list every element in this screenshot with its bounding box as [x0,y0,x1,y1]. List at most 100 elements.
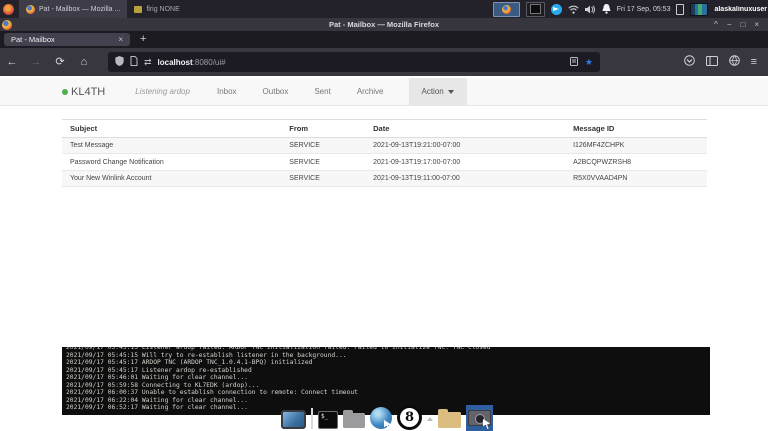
taskbar-item-flrig[interactable]: flrig NONE [127,0,186,18]
battery-icon[interactable] [676,4,684,15]
mailbox-table-container: Subject From Date Message ID Test Messag… [62,119,707,187]
header-from: From [281,120,365,138]
firefox-icon [26,5,35,14]
mailbox-table: Subject From Date Message ID Test Messag… [62,119,707,187]
terminal-line: 2021/09/17 05:45:17 ARDOP TNC (ARDOP TNC… [66,359,710,367]
minimize-button[interactable]: − [727,18,732,31]
forward-button[interactable]: → [24,48,48,76]
tab-bar: Pat - Mailbox × + [0,31,768,48]
window-title: Pat - Mailbox — Mozilla Firefox [0,20,768,29]
pat-navbar: KL4TH Listening ardop Inbox Outbox Sent … [0,78,768,106]
terminal-icon[interactable]: $_ [318,411,338,429]
wifi-icon[interactable] [568,5,579,14]
hamburger-menu-icon[interactable]: ≡ [751,56,757,68]
maximize-button[interactable]: □ [740,18,745,31]
cell-date: 2021-09-13T19:17:00-07:00 [365,154,565,170]
workspace-preview-terminal[interactable] [526,2,545,17]
bookmark-star-icon[interactable]: ★ [585,57,593,67]
shade-button[interactable]: ^ [714,18,718,31]
header-date: Date [365,120,565,138]
save-page-icon[interactable] [570,53,578,71]
applications-menu-icon[interactable] [3,4,14,15]
terminal-line: 2021/09/17 05:45:17 Listener ardop re-es… [66,367,710,375]
table-row[interactable]: Your New Winlink Account SERVICE 2021-09… [62,170,707,186]
nav-item-sent[interactable]: Sent [301,78,343,106]
display-icon[interactable] [281,410,306,429]
terminal-line: 2021/09/17 05:46:01 Waiting for clear ch… [66,374,710,382]
back-button[interactable]: ← [0,48,24,76]
new-tab-button[interactable]: + [140,32,146,47]
taskbar-item-label: flrig NONE [146,6,179,13]
eight-app-icon[interactable]: 8 [397,405,422,430]
urlbar-actions: ★ [570,53,593,71]
terminal-line: 2021/09/17 05:59:58 Connecting to KL7EDK… [66,382,710,390]
close-button[interactable]: × [754,18,759,31]
notification-bell-icon[interactable] [602,4,611,14]
page-info-icon[interactable] [130,53,138,71]
toolbar-right-icons: ≡ [684,53,768,71]
tab-title: Pat - Mailbox [11,35,55,44]
url-path: :8080/ui# [193,58,226,67]
cell-from: SERVICE [281,138,365,154]
browser-toolbar: ← → ⟳ ⌂ ⇄ localhost:8080/ui# ★ [0,48,768,76]
window-titlebar: Pat - Mailbox — Mozilla Firefox ^ − □ × [0,18,768,31]
extension-globe-icon[interactable] [729,53,740,71]
url-bar[interactable]: ⇄ localhost:8080/ui# ★ [108,52,600,72]
cell-message-id: R5X0VVAAD4PN [565,170,707,186]
action-dropdown-button[interactable]: Action [409,78,467,106]
header-message-id: Message ID [565,120,707,138]
tab-pat-mailbox[interactable]: Pat - Mailbox × [4,33,130,46]
cell-date: 2021-09-13T19:11:00-07:00 [365,170,565,186]
table-header-row: Subject From Date Message ID [62,120,707,138]
cell-subject: Password Change Notification [62,154,281,170]
header-subject: Subject [62,120,281,138]
terminal-icon [530,4,541,14]
table-row[interactable]: Password Change Notification SERVICE 202… [62,154,707,170]
window-controls: ^ − □ × [714,18,768,31]
cell-message-id: A2BCQPWZRSH8 [565,154,707,170]
username-label: alaskalinuxuser [714,6,767,13]
icon-dock: $_ 8 [281,402,493,431]
brand[interactable]: KL4TH [62,86,105,98]
cell-subject: Test Message [62,138,281,154]
cell-date: 2021-09-13T19:21:00-07:00 [365,138,565,154]
cell-message-id: I126MF4ZCHPK [565,138,707,154]
taskbar-item-label: Pat - Mailbox — Mozilla ... [39,6,120,13]
url-text[interactable]: localhost:8080/ui# [158,58,226,67]
connected-status-dot-icon [62,89,68,95]
top-panel: Pat - Mailbox — Mozilla ... flrig NONE [0,0,768,18]
screenshot-camera-icon[interactable] [466,405,493,431]
cursor-icon [384,420,393,430]
flrig-icon [134,6,142,13]
system-tray: Fri 17 Sep, 05:53 alaskalinuxuser [493,2,768,17]
url-host: localhost [158,58,193,67]
nav-item-inbox[interactable]: Inbox [204,78,250,106]
firefox-icon [502,5,511,14]
switch-protocol-icon[interactable]: ⇄ [144,57,152,68]
terminal-line: 2021/09/17 06:00:37 Unable to establish … [66,389,710,397]
nav-item-outbox[interactable]: Outbox [250,78,302,106]
terminal-line: 2021/09/17 05:45:15 Will try to re-estab… [66,352,710,360]
panel-clock[interactable]: Fri 17 Sep, 05:53 [617,6,671,13]
web-browser-globe-icon[interactable] [370,407,392,429]
gray-folder-icon[interactable] [343,413,365,428]
cpu-graph-icon[interactable] [690,3,708,16]
pocket-icon[interactable] [684,53,695,71]
volume-icon[interactable] [585,5,596,14]
dock-separator [311,408,313,429]
action-label: Action [422,87,444,96]
cell-from: SERVICE [281,170,365,186]
tab-close-icon[interactable]: × [118,35,123,44]
sidebar-toggle-icon[interactable] [706,53,718,71]
shield-icon[interactable] [115,53,124,71]
telegram-icon[interactable] [551,4,562,15]
cell-from: SERVICE [281,154,365,170]
workspace-preview-firefox[interactable] [493,2,520,17]
nav-item-archive[interactable]: Archive [344,78,397,106]
reload-button[interactable]: ⟳ [48,48,72,76]
table-row[interactable]: Test Message SERVICE 2021-09-13T19:21:00… [62,138,707,154]
tan-folder-icon[interactable] [438,412,461,428]
home-button[interactable]: ⌂ [72,48,96,76]
taskbar-item-firefox[interactable]: Pat - Mailbox — Mozilla ... [19,0,127,18]
dock-handle-icon[interactable] [427,417,433,421]
